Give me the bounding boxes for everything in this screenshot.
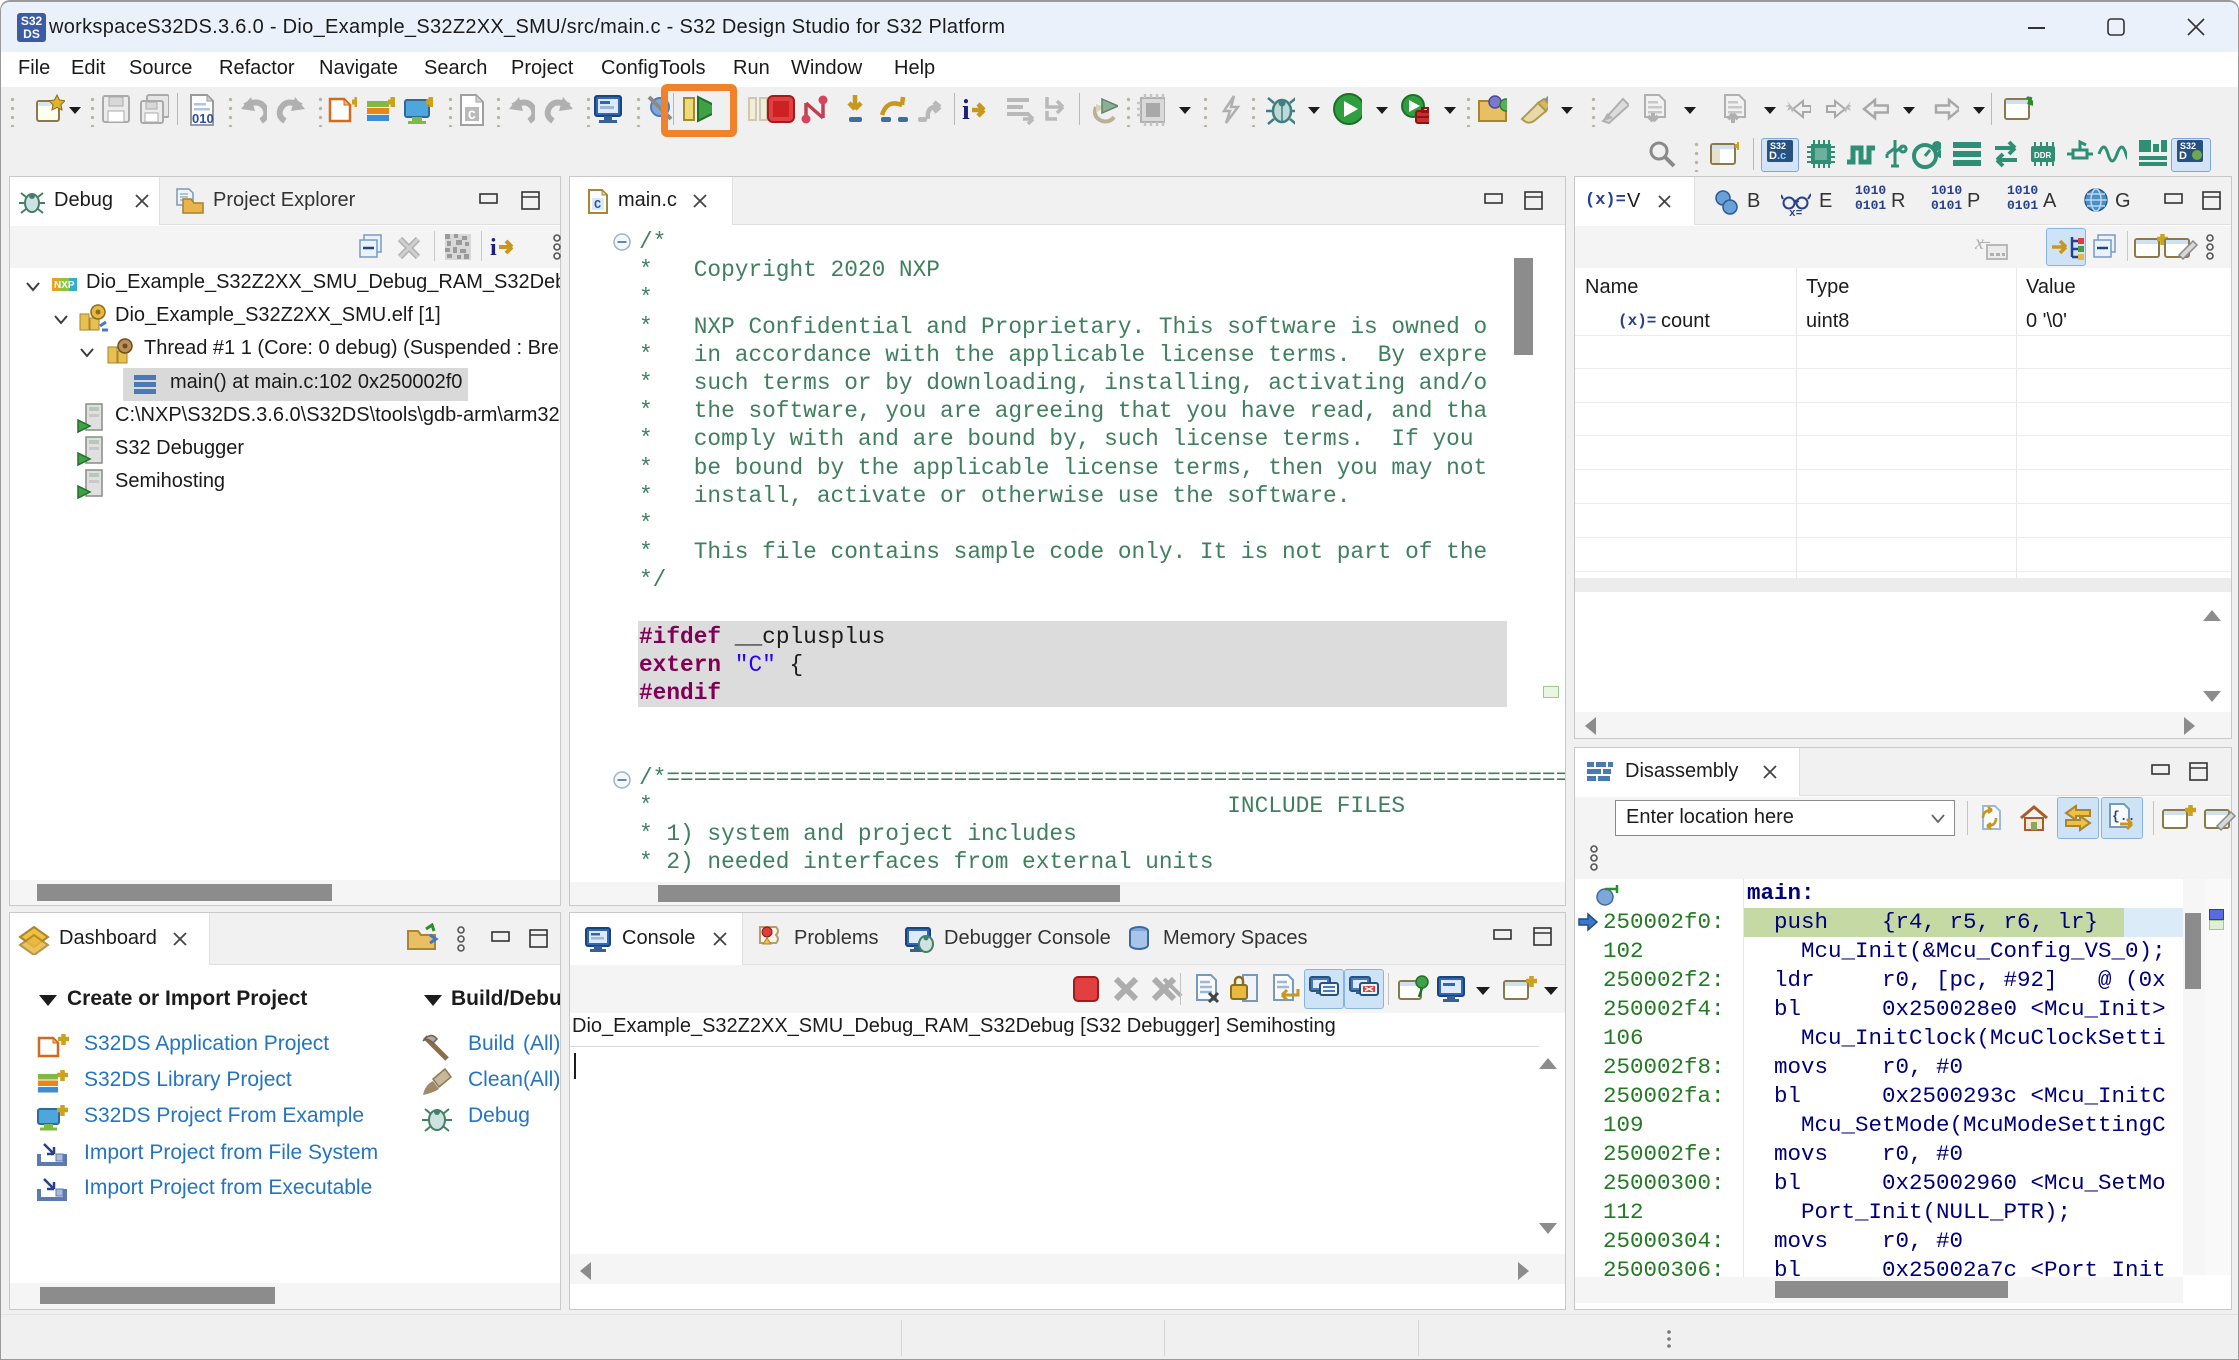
svg-text:C: C xyxy=(468,108,476,123)
svg-text:D.c: D.c xyxy=(1769,150,1786,162)
svg-text:{..: {.. xyxy=(2112,809,2135,824)
svg-text:D: D xyxy=(2179,150,2187,162)
svg-text:010: 010 xyxy=(192,111,214,126)
svg-text:i: i xyxy=(962,95,970,126)
svg-text:NXP: NXP xyxy=(54,280,75,291)
svg-text:C: C xyxy=(594,198,601,212)
svg-text:DDR: DDR xyxy=(2034,151,2052,160)
svg-text:x=: x= xyxy=(1789,208,1803,217)
svg-text:i: i xyxy=(490,235,497,261)
